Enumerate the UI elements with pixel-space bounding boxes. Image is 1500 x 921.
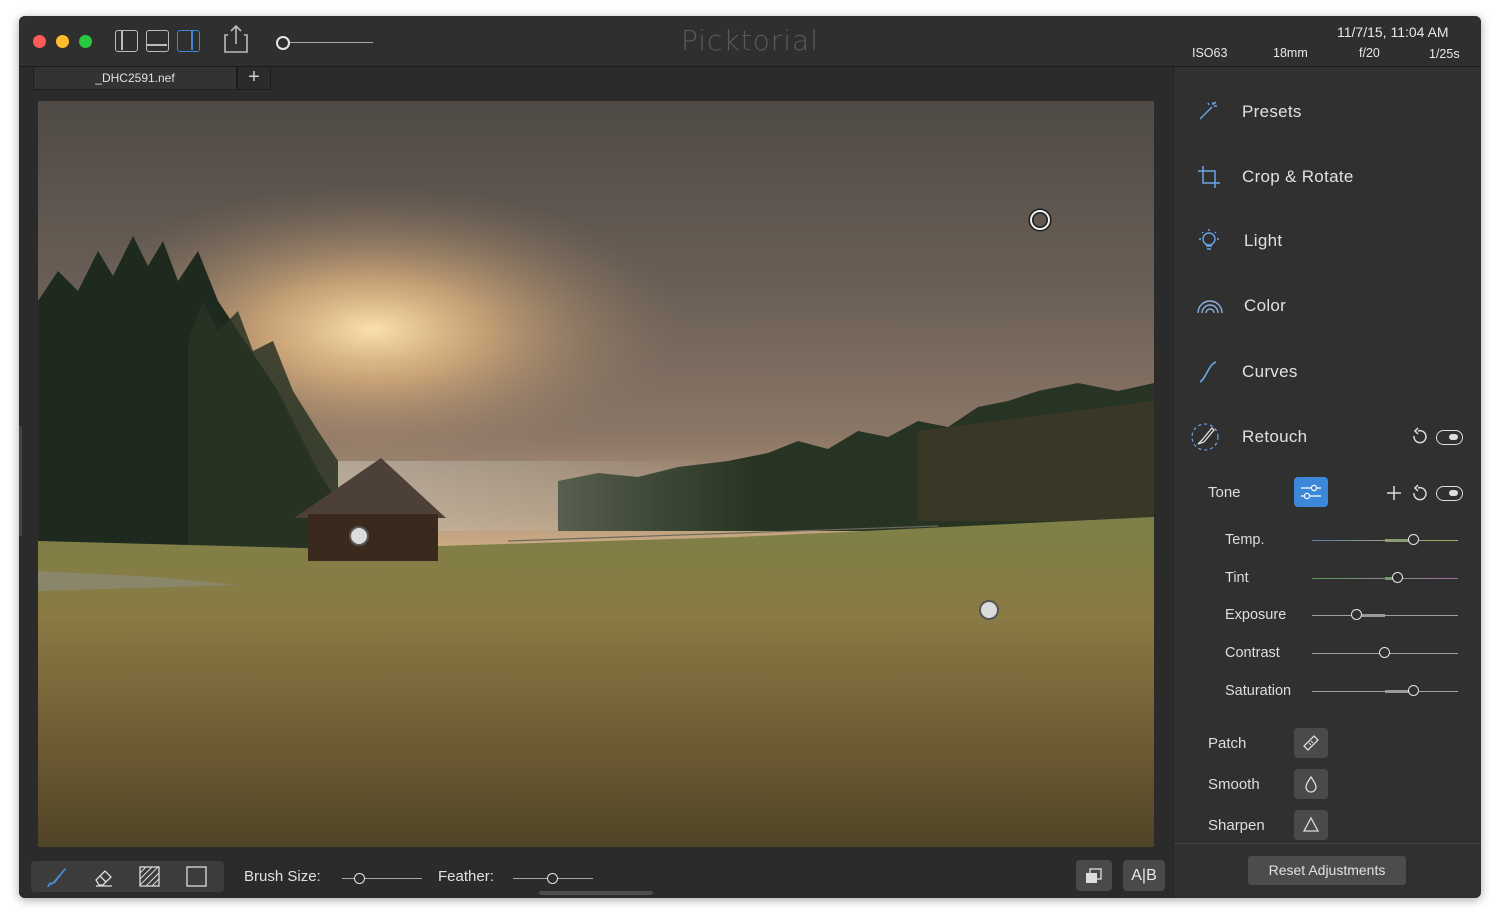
tone-label: Tone [1208, 484, 1241, 501]
brush-icon [47, 868, 66, 888]
retouch-section[interactable]: Retouch [1174, 418, 1481, 458]
feather-label: Feather: [438, 868, 494, 885]
compare-button[interactable] [1076, 860, 1112, 891]
temp-slider-row: Temp. [1174, 529, 1481, 553]
sharpen-label: Sharpen [1208, 817, 1265, 834]
adjustments-sidebar: Presets Crop & Rotate Light Color Curves… [1173, 67, 1481, 898]
light-label: Light [1244, 231, 1283, 250]
exif-iso: ISO63 [1192, 46, 1228, 60]
contrast-slider[interactable] [1379, 647, 1390, 658]
app-title: Picktorial [681, 24, 819, 57]
contrast-label: Contrast [1225, 645, 1280, 661]
lightbulb-icon [1199, 229, 1219, 250]
sidebar-left-icon[interactable] [115, 30, 138, 52]
saturation-slider-row: Saturation [1174, 680, 1481, 704]
color-section[interactable]: Color [1174, 287, 1481, 327]
brush-tool-button[interactable] [33, 861, 81, 892]
exif-shutter: 1/25s [1429, 47, 1460, 61]
curves-label: Curves [1242, 362, 1298, 381]
brush-size-slider[interactable] [353, 873, 365, 884]
feather-slider[interactable] [547, 873, 558, 884]
reset-adjustments-button[interactable]: Reset Adjustments [1248, 856, 1406, 885]
triangle-icon [1302, 816, 1320, 832]
tone-adjust-button[interactable] [1294, 477, 1328, 507]
tab-bar: _DHC2591.nef + [19, 67, 1173, 101]
minimize-window-button[interactable] [56, 35, 69, 48]
add-icon[interactable] [1386, 485, 1402, 501]
light-section[interactable]: Light [1174, 222, 1481, 262]
exif-aperture: f/20 [1359, 46, 1380, 60]
title-bar: Picktorial 11/7/15, 11:04 AM ISO63 18mm … [19, 16, 1481, 67]
square-icon [186, 866, 207, 887]
bottom-panel-icon[interactable] [146, 30, 169, 52]
curves-section[interactable]: Curves [1174, 353, 1481, 393]
brush-icon [1191, 423, 1219, 451]
sidebar-right-icon[interactable] [177, 30, 200, 52]
patch-tool-row: Patch [1174, 728, 1481, 760]
presets-label: Presets [1242, 102, 1302, 121]
smooth-button[interactable] [1294, 769, 1328, 799]
clear-tool-button[interactable] [173, 861, 221, 892]
tone-toggle[interactable] [1436, 486, 1463, 501]
patch-label: Patch [1208, 735, 1247, 752]
landscape-photo [38, 101, 1154, 847]
tab-file[interactable]: _DHC2591.nef [33, 67, 237, 90]
share-icon[interactable] [223, 24, 249, 54]
contrast-slider-row: Contrast [1174, 642, 1481, 666]
eraser-icon [95, 870, 112, 887]
bottom-toolbar: Brush Size: Feather: A|B [19, 847, 1173, 898]
saturation-label: Saturation [1225, 683, 1292, 699]
tint-label: Tint [1225, 570, 1249, 586]
tone-row: Tone [1174, 475, 1481, 509]
saturation-slider[interactable] [1408, 685, 1420, 696]
sharpen-button[interactable] [1294, 810, 1328, 840]
bandage-icon [1303, 735, 1319, 751]
temp-slider[interactable] [1408, 534, 1420, 545]
brush-size-label: Brush Size: [244, 868, 321, 885]
retouch-pin[interactable] [979, 600, 999, 620]
before-after-button[interactable]: A|B [1123, 860, 1165, 891]
sidebar-divider [1174, 843, 1481, 844]
pattern-fill-icon [139, 866, 160, 887]
crop-rotate-section[interactable]: Crop & Rotate [1174, 158, 1481, 198]
left-resize-handle[interactable] [19, 426, 22, 536]
fill-tool-button[interactable] [126, 861, 174, 892]
exposure-label: Exposure [1225, 607, 1287, 623]
capture-datetime: 11/7/15, 11:04 AM [1337, 24, 1449, 40]
photo-canvas[interactable] [38, 101, 1154, 847]
magic-wand-icon [1199, 101, 1217, 120]
app-window: Picktorial 11/7/15, 11:04 AM ISO63 18mm … [19, 16, 1481, 898]
undo-icon[interactable] [1410, 484, 1428, 502]
crop-icon [1198, 166, 1220, 188]
maximize-window-button[interactable] [79, 35, 92, 48]
tint-slider-row: Tint [1174, 567, 1481, 591]
smooth-label: Smooth [1208, 776, 1260, 793]
retouch-label: Retouch [1242, 427, 1308, 446]
exposure-slider[interactable] [1351, 609, 1363, 620]
smooth-tool-row: Smooth [1174, 769, 1481, 801]
retouch-pin[interactable] [349, 526, 369, 546]
color-label: Color [1244, 296, 1287, 315]
close-window-button[interactable] [33, 35, 46, 48]
undo-icon[interactable] [1410, 427, 1428, 445]
add-tab-button[interactable]: + [237, 67, 271, 90]
exposure-slider-row: Exposure [1174, 604, 1481, 628]
retouch-toggle[interactable] [1436, 430, 1463, 445]
temp-label: Temp. [1225, 532, 1265, 548]
horizontal-scrollbar[interactable] [539, 891, 653, 895]
curve-icon [1199, 361, 1217, 383]
rainbow-icon [1197, 300, 1223, 314]
sharpen-tool-row: Sharpen [1174, 810, 1481, 842]
patch-button[interactable] [1294, 728, 1328, 758]
presets-section[interactable]: Presets [1174, 93, 1481, 133]
crop-rotate-label: Crop & Rotate [1242, 167, 1354, 186]
compare-icon [1086, 868, 1102, 883]
eraser-tool-button[interactable] [80, 861, 128, 892]
tint-slider[interactable] [1392, 572, 1404, 583]
exif-focal-length: 18mm [1273, 46, 1308, 60]
sliders-icon [1301, 484, 1321, 500]
drop-icon [1305, 775, 1317, 793]
